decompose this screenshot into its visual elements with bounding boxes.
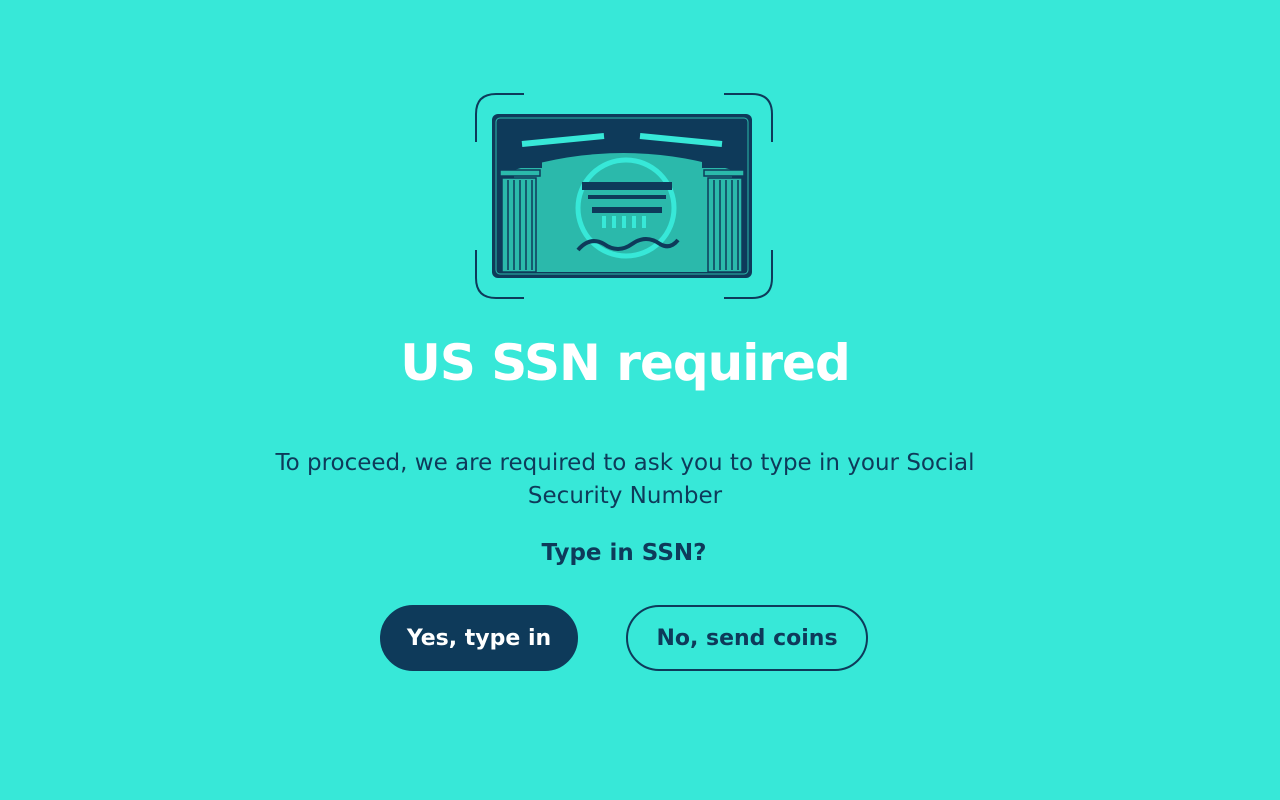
page-title: US SSN required [400, 334, 851, 392]
yes-type-in-button[interactable]: Yes, type in [380, 605, 578, 671]
description-text: To proceed, we are required to ask you t… [275, 450, 975, 509]
no-send-coins-button[interactable]: No, send coins [626, 605, 868, 671]
ssn-card-icon [474, 92, 774, 300]
ssn-required-screen: US SSN required To proceed, we are requi… [0, 0, 1280, 800]
question-text: Type in SSN? [541, 540, 707, 566]
